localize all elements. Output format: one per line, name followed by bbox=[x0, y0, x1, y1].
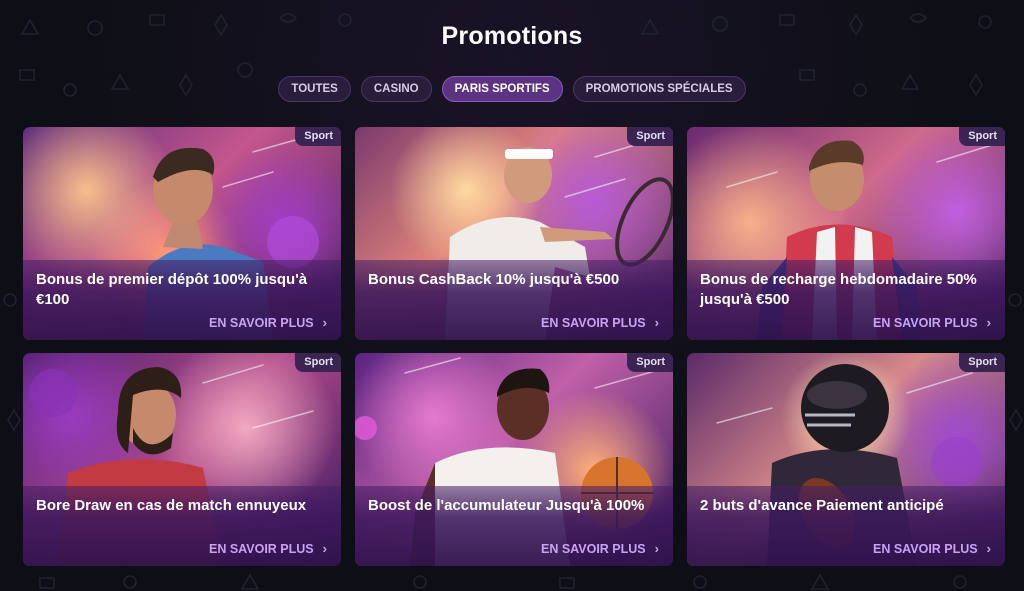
promo-card[interactable]: Sport Bonus CashBack 10% jusqu'à €500 EN… bbox=[355, 127, 673, 340]
category-badge: Sport bbox=[627, 127, 673, 146]
learn-more-label: EN SAVOIR PLUS bbox=[873, 315, 978, 330]
learn-more-link[interactable]: EN SAVOIR PLUS › bbox=[873, 541, 991, 556]
promo-title: Bonus de recharge hebdomadaire 50% jusqu… bbox=[700, 271, 977, 308]
promotions-grid: Sport Bonus de premier dépôt 100% jusqu'… bbox=[23, 127, 1005, 566]
promo-card[interactable]: Sport 2 buts d'avance Paiement anticipé … bbox=[687, 353, 1005, 566]
chevron-right-icon: › bbox=[654, 315, 659, 330]
chevron-right-icon: › bbox=[322, 541, 327, 556]
promo-title: Bore Draw en cas de match ennuyeux bbox=[36, 497, 307, 514]
chevron-right-icon: › bbox=[986, 315, 991, 330]
promo-title: 2 buts d'avance Paiement anticipé bbox=[700, 497, 944, 514]
filter-tabs: TOUTES CASINO PARIS SPORTIFS PROMOTIONS … bbox=[0, 76, 1024, 102]
learn-more-label: EN SAVOIR PLUS bbox=[541, 315, 646, 330]
promo-card[interactable]: Sport Boost de l'accumulateur Jusqu'à 10… bbox=[355, 353, 673, 566]
promo-card[interactable]: Sport Bore Draw en cas de match ennuyeux… bbox=[23, 353, 341, 566]
tab-sports-betting[interactable]: PARIS SPORTIFS bbox=[441, 76, 563, 102]
chevron-right-icon: › bbox=[654, 541, 659, 556]
learn-more-label: EN SAVOIR PLUS bbox=[209, 315, 314, 330]
tab-special-promotions[interactable]: PROMOTIONS SPÉCIALES bbox=[572, 76, 746, 102]
learn-more-label: EN SAVOIR PLUS bbox=[873, 541, 978, 556]
learn-more-label: EN SAVOIR PLUS bbox=[541, 541, 646, 556]
chevron-right-icon: › bbox=[986, 541, 991, 556]
category-badge: Sport bbox=[959, 353, 1005, 372]
tab-casino[interactable]: CASINO bbox=[360, 76, 432, 102]
tab-all[interactable]: TOUTES bbox=[278, 76, 351, 102]
learn-more-link[interactable]: EN SAVOIR PLUS › bbox=[873, 315, 991, 330]
promo-title: Boost de l'accumulateur Jusqu'à 100% bbox=[368, 497, 645, 514]
promo-title: Bonus de premier dépôt 100% jusqu'à €100 bbox=[36, 271, 308, 308]
category-badge: Sport bbox=[295, 127, 341, 146]
page-title: Promotions bbox=[441, 22, 583, 50]
promotions-page: Promotions TOUTES CASINO PARIS SPORTIFS … bbox=[0, 0, 1024, 591]
promo-card[interactable]: Sport Bonus de recharge hebdomadaire 50%… bbox=[687, 127, 1005, 340]
learn-more-link[interactable]: EN SAVOIR PLUS › bbox=[541, 541, 659, 556]
category-badge: Sport bbox=[959, 127, 1005, 146]
learn-more-label: EN SAVOIR PLUS bbox=[209, 541, 314, 556]
promo-title: Bonus CashBack 10% jusqu'à €500 bbox=[368, 271, 620, 288]
chevron-right-icon: › bbox=[322, 315, 327, 330]
category-badge: Sport bbox=[295, 353, 341, 372]
promo-card[interactable]: Sport Bonus de premier dépôt 100% jusqu'… bbox=[23, 127, 341, 340]
category-badge: Sport bbox=[627, 353, 673, 372]
learn-more-link[interactable]: EN SAVOIR PLUS › bbox=[209, 541, 327, 556]
learn-more-link[interactable]: EN SAVOIR PLUS › bbox=[541, 315, 659, 330]
learn-more-link[interactable]: EN SAVOIR PLUS › bbox=[209, 315, 327, 330]
